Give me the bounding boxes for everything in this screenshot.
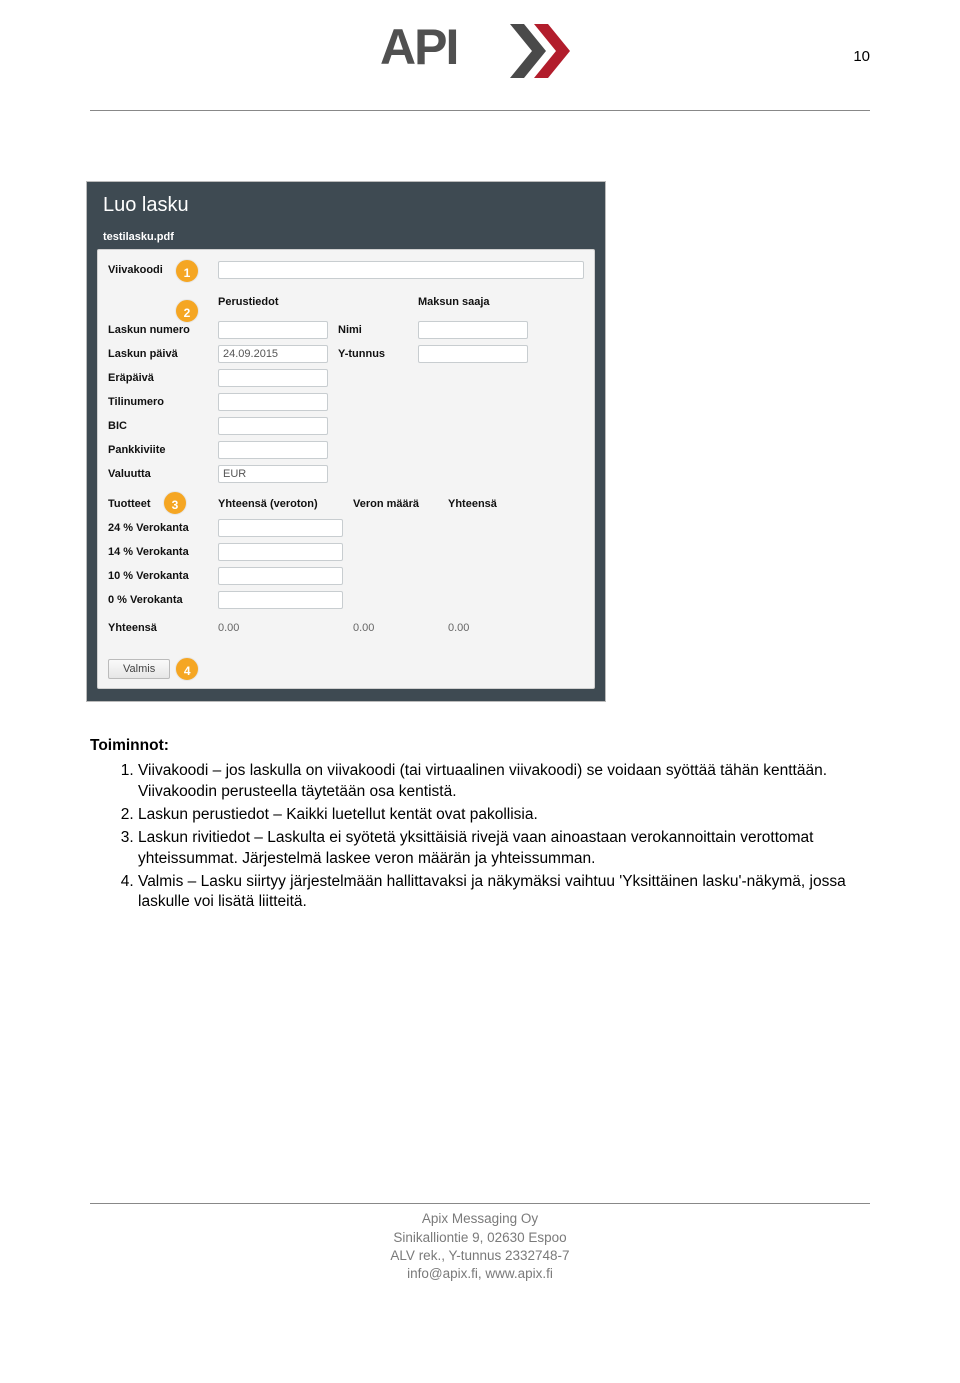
- badge-2: 2: [176, 300, 198, 322]
- valmis-button[interactable]: Valmis: [108, 659, 170, 679]
- verokanta-10-label: 10 % Verokanta: [108, 570, 218, 582]
- footer-line: Sinikalliontie 9, 02630 Espoo: [90, 1229, 870, 1247]
- toiminnot-heading: Toiminnot:: [90, 736, 870, 757]
- badge-4: 4: [176, 658, 198, 680]
- body-text: Toiminnot: Viivakoodi – jos laskulla on …: [90, 736, 870, 913]
- ytunnus-label: Y-tunnus: [338, 348, 418, 360]
- bic-label: BIC: [108, 420, 218, 432]
- list-item: Laskun perustiedot – Kaikki luetellut ke…: [138, 805, 870, 826]
- ytunnus-input[interactable]: [418, 345, 528, 363]
- verokanta-0-input[interactable]: [218, 591, 343, 609]
- total-yhteensa-value: 0.00: [448, 622, 523, 634]
- verokanta-24-input[interactable]: [218, 519, 343, 537]
- svg-text:API: API: [380, 20, 457, 75]
- total-label: Yhteensä: [108, 622, 218, 634]
- badge-3: 3: [164, 492, 186, 514]
- viivakoodi-label: Viivakoodi 1: [108, 264, 218, 276]
- laskun-numero-label: Laskun numero: [108, 324, 218, 336]
- maksun-saaja-heading: Maksun saaja: [418, 296, 538, 308]
- erapaiva-input[interactable]: [218, 369, 328, 387]
- yhteensa-heading: Yhteensä: [448, 498, 523, 510]
- filename-label: testilasku.pdf: [97, 227, 595, 249]
- list-item: Laskun rivitiedot – Laskulta ei syötetä …: [138, 828, 870, 870]
- dialog-title: Luo lasku: [97, 182, 595, 227]
- pankkiviite-input[interactable]: [218, 441, 328, 459]
- form-panel: Viivakoodi 1 2 Perustiedot Maksun saaja: [97, 249, 595, 689]
- verokanta-10-input[interactable]: [218, 567, 343, 585]
- verokanta-14-input[interactable]: [218, 543, 343, 561]
- total-veroton-value: 0.00: [218, 622, 353, 634]
- laskun-paiva-label: Laskun päivä: [108, 348, 218, 360]
- nimi-input[interactable]: [418, 321, 528, 339]
- viivakoodi-input[interactable]: [218, 261, 584, 279]
- verokanta-0-label: 0 % Verokanta: [108, 594, 218, 606]
- yhteensa-veroton-heading: Yhteensä (veroton): [218, 498, 353, 510]
- pankkiviite-label: Pankkiviite: [108, 444, 218, 456]
- page-header: API 10: [90, 20, 870, 110]
- nimi-label: Nimi: [338, 324, 418, 336]
- laskun-numero-input[interactable]: [218, 321, 328, 339]
- screenshot: Luo lasku testilasku.pdf Viivakoodi 1 2: [86, 181, 606, 702]
- erapaiva-label: Eräpäivä: [108, 372, 218, 384]
- footer-line: Apix Messaging Oy: [90, 1210, 870, 1228]
- tilinumero-input[interactable]: [218, 393, 328, 411]
- badge-1: 1: [176, 260, 198, 282]
- footer-line: info@apix.fi, www.apix.fi: [90, 1265, 870, 1283]
- valuutta-label: Valuutta: [108, 468, 218, 480]
- bic-input[interactable]: [218, 417, 328, 435]
- list-item: Viivakoodi – jos laskulla on viivakoodi …: [138, 761, 870, 803]
- list-item: Valmis – Lasku siirtyy järjestelmään hal…: [138, 872, 870, 914]
- verokanta-14-label: 14 % Verokanta: [108, 546, 218, 558]
- tilinumero-label: Tilinumero: [108, 396, 218, 408]
- apix-logo: API: [380, 20, 580, 82]
- verokanta-24-label: 24 % Verokanta: [108, 522, 218, 534]
- valuutta-input[interactable]: [218, 465, 328, 483]
- tuotteet-label: Tuotteet: [108, 498, 151, 510]
- footer-line: ALV rek., Y-tunnus 2332748-7: [90, 1247, 870, 1265]
- page-footer: Apix Messaging Oy Sinikalliontie 9, 0263…: [90, 1203, 870, 1301]
- veron-maara-heading: Veron määrä: [353, 498, 448, 510]
- page-number: 10: [853, 48, 870, 65]
- header-divider: [90, 110, 870, 111]
- perustiedot-heading: Perustiedot: [218, 296, 338, 308]
- total-veron-maara-value: 0.00: [353, 622, 448, 634]
- laskun-paiva-input[interactable]: [218, 345, 328, 363]
